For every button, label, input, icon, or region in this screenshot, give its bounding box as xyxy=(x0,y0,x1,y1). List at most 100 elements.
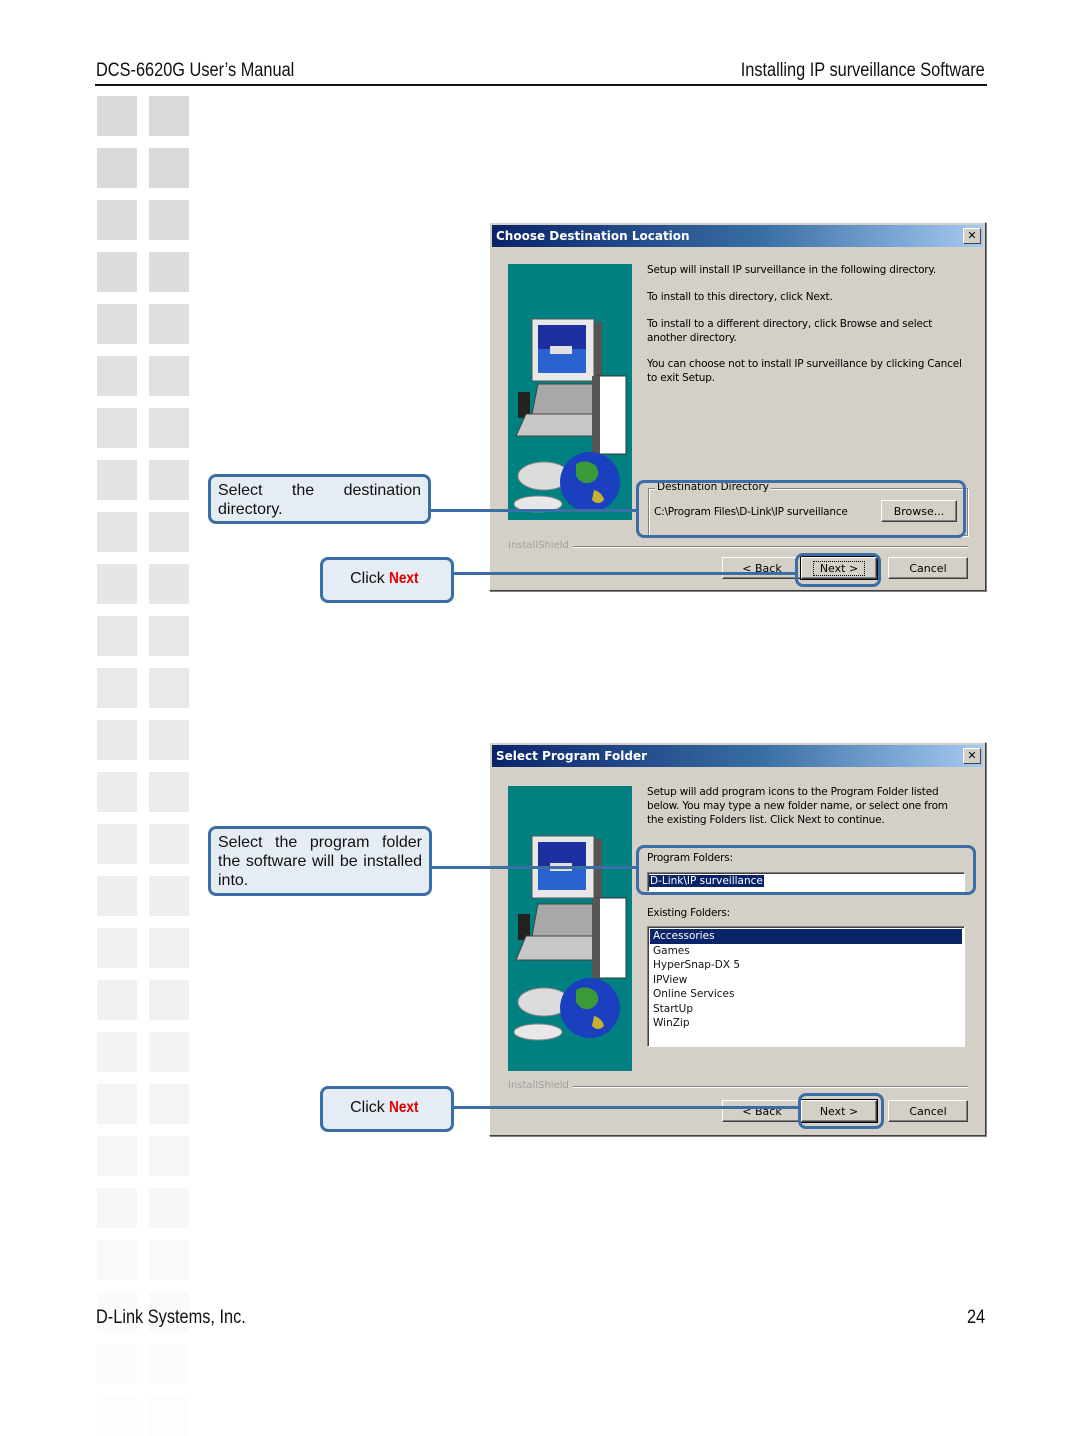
installshield-divider xyxy=(508,546,968,548)
decorative-square xyxy=(97,1396,137,1436)
decorative-square xyxy=(149,772,189,812)
callout-click-next-2: Click Next xyxy=(320,1086,454,1132)
close-icon[interactable]: ✕ xyxy=(963,228,981,244)
decorative-square xyxy=(97,1344,137,1384)
decorative-square xyxy=(97,148,137,188)
callout-click-next-1: Click Next xyxy=(320,557,454,603)
dialog-paragraph: Setup will install IP surveillance in th… xyxy=(647,264,937,276)
decorative-square xyxy=(97,356,137,396)
destination-highlight xyxy=(636,480,966,538)
decorative-square xyxy=(149,1084,189,1124)
decorative-square xyxy=(149,876,189,916)
decorative-square xyxy=(149,1136,189,1176)
decorative-square xyxy=(149,460,189,500)
page-number: 24 xyxy=(966,1307,985,1328)
decorative-square xyxy=(97,772,137,812)
dialog-paragraph: To install to this directory, click Next… xyxy=(647,291,833,303)
cancel-button[interactable]: Cancel xyxy=(888,557,968,579)
dialog-titlebar: Select Program Folder ✕ xyxy=(492,745,983,767)
connector-line xyxy=(454,1106,798,1109)
program-folder-highlight xyxy=(636,845,976,895)
existing-folders-label: Existing Folders: xyxy=(647,907,730,919)
decorative-square xyxy=(149,980,189,1020)
folder-list-item[interactable]: Online Services xyxy=(650,987,962,1002)
connector-line xyxy=(432,866,636,869)
dialog-paragraph: To install to a different directory, cli… xyxy=(647,318,933,344)
decorative-square xyxy=(97,876,137,916)
decorative-square xyxy=(149,564,189,604)
footer-company: D-Link Systems, Inc. xyxy=(96,1307,246,1328)
callout-click-word: Click xyxy=(350,1099,385,1116)
dialog-titlebar: Choose Destination Location ✕ xyxy=(492,225,983,247)
callout-text: Select the destination directory. xyxy=(218,482,421,518)
decorative-square xyxy=(97,824,137,864)
callout-select-destination: Select the destination directory. xyxy=(208,474,431,524)
folder-list-item[interactable]: WinZip xyxy=(650,1016,962,1031)
decorative-square xyxy=(149,1032,189,1072)
folder-list-item[interactable]: HyperSnap-DX 5 xyxy=(650,958,962,973)
callout-select-program-folder: Select the program folder the software w… xyxy=(208,826,432,896)
decorative-square xyxy=(97,304,137,344)
next-highlight-2 xyxy=(798,1093,884,1129)
decorative-square xyxy=(97,1136,137,1176)
dialog-title: Choose Destination Location xyxy=(496,229,690,243)
decorative-square xyxy=(97,980,137,1020)
existing-folders-list[interactable]: Accessories Games HyperSnap-DX 5 IPView … xyxy=(647,926,965,1047)
dialog-intro: Setup will add program icons to the Prog… xyxy=(647,786,948,826)
decorative-square xyxy=(97,408,137,448)
folder-list-item[interactable]: Accessories xyxy=(650,929,962,944)
decorative-square xyxy=(97,720,137,760)
decorative-square xyxy=(149,824,189,864)
dialog-title: Select Program Folder xyxy=(496,749,648,763)
decorative-square xyxy=(149,356,189,396)
installshield-label: InstallShield xyxy=(508,540,573,551)
select-program-folder-dialog: Select Program Folder ✕ Setup will add p… xyxy=(489,742,986,1136)
manual-title: DCS-6620G User’s Manual xyxy=(96,60,295,81)
close-icon[interactable]: ✕ xyxy=(963,748,981,764)
computer-globe-icon xyxy=(513,835,627,1041)
decorative-square xyxy=(97,1188,137,1228)
decorative-square xyxy=(97,616,137,656)
decorative-square xyxy=(149,668,189,708)
decorative-square xyxy=(149,1396,189,1436)
connector-line xyxy=(431,509,636,512)
decorative-square xyxy=(97,928,137,968)
decorative-square xyxy=(97,564,137,604)
folder-list-item[interactable]: StartUp xyxy=(650,1002,962,1017)
decorative-square xyxy=(149,1240,189,1280)
folder-list-item[interactable]: Games xyxy=(650,944,962,959)
callout-click-word: Click xyxy=(350,570,385,587)
setup-art xyxy=(508,786,632,1071)
next-highlight-1 xyxy=(795,553,881,587)
decorative-square xyxy=(97,512,137,552)
decorative-square xyxy=(149,720,189,760)
dialog-paragraph: You can choose not to install IP surveil… xyxy=(647,358,962,384)
section-title: Installing IP surveillance Software xyxy=(740,60,985,81)
decorative-square xyxy=(149,408,189,448)
decorative-square xyxy=(149,1188,189,1228)
setup-art xyxy=(508,264,632,520)
decorative-square xyxy=(97,96,137,136)
decorative-square xyxy=(97,1240,137,1280)
back-button[interactable]: < Back xyxy=(722,1100,802,1122)
decorative-square xyxy=(149,148,189,188)
decorative-square xyxy=(149,96,189,136)
computer-globe-icon xyxy=(513,318,627,513)
back-button[interactable]: < Back xyxy=(722,557,802,579)
decorative-square xyxy=(97,668,137,708)
decorative-square xyxy=(149,512,189,552)
decorative-square xyxy=(149,616,189,656)
decorative-square xyxy=(97,252,137,292)
folder-list-item[interactable]: IPView xyxy=(650,973,962,988)
decorative-square xyxy=(149,252,189,292)
decorative-square xyxy=(97,1084,137,1124)
decorative-square xyxy=(149,928,189,968)
cancel-button[interactable]: Cancel xyxy=(888,1100,968,1122)
decorative-square xyxy=(97,200,137,240)
connector-line xyxy=(454,572,795,575)
decorative-square xyxy=(149,304,189,344)
callout-next-word: Next xyxy=(389,1099,419,1116)
decorative-square xyxy=(97,1032,137,1072)
installshield-divider xyxy=(508,1086,968,1088)
decorative-square xyxy=(97,460,137,500)
